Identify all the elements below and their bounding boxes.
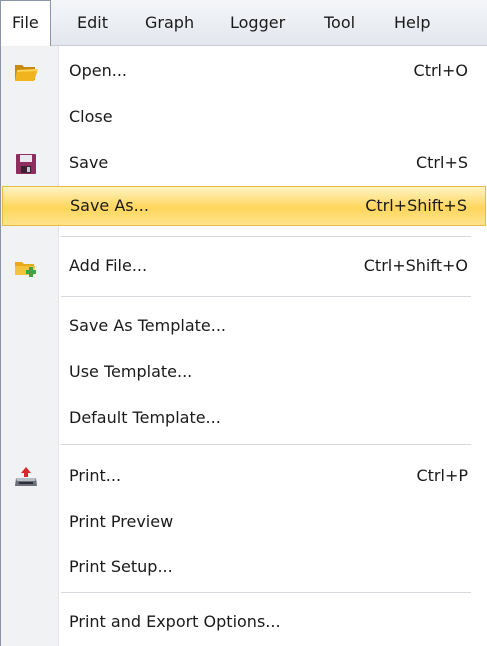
menu-item-label: Add File... — [69, 256, 148, 275]
menu-bar: File Edit Graph Logger Tool Help — [0, 0, 487, 47]
menu-item-shortcut: Ctrl+O — [413, 61, 468, 80]
menu-item-save-as[interactable]: Save As... Ctrl+Shift+S — [2, 186, 486, 226]
menu-item-shortcut: Ctrl+Shift+O — [363, 256, 468, 275]
menu-item-label: Print Preview — [69, 512, 174, 531]
menu-item-label: Save — [69, 153, 109, 172]
menu-separator — [61, 592, 471, 594]
menu-item-label: Save As Template... — [69, 316, 226, 335]
menu-edit[interactable]: Edit — [66, 0, 119, 46]
menu-item-open[interactable]: Open... Ctrl+O — [3, 51, 486, 91]
print-icon — [13, 464, 39, 488]
add-file-icon — [13, 254, 39, 278]
menu-item-label: Print and Export Options... — [69, 612, 281, 631]
menu-item-add-file[interactable]: Add File... Ctrl+Shift+O — [3, 246, 486, 286]
menu-graph[interactable]: Graph — [134, 0, 205, 46]
file-menu-dropdown: Open... Ctrl+O Close Save Ctrl+S Save As… — [0, 46, 487, 646]
menu-item-shortcut: Ctrl+S — [415, 153, 468, 172]
menu-file[interactable]: File — [0, 0, 51, 47]
menu-item-save[interactable]: Save Ctrl+S — [3, 143, 486, 183]
menu-separator — [61, 444, 471, 446]
menu-item-label: Close — [69, 107, 113, 126]
menu-item-print-export-options[interactable]: Print and Export Options... — [3, 602, 486, 642]
menu-item-shortcut: Ctrl+Shift+S — [365, 196, 467, 215]
menu-item-label: Open... — [69, 61, 127, 80]
menu-item-shortcut: Ctrl+P — [416, 466, 468, 485]
menu-item-label: Print Setup... — [69, 557, 173, 576]
menu-item-label: Use Template... — [69, 362, 193, 381]
menu-item-print-setup[interactable]: Print Setup... — [3, 547, 486, 587]
menu-item-print-preview[interactable]: Print Preview — [3, 502, 486, 542]
menu-item-label: Default Template... — [69, 408, 221, 427]
menu-item-print[interactable]: Print... Ctrl+P — [3, 456, 486, 496]
menu-item-close[interactable]: Close — [3, 97, 486, 137]
save-disk-icon — [13, 151, 39, 175]
menu-separator — [61, 236, 471, 238]
menu-item-use-template[interactable]: Use Template... — [3, 352, 486, 392]
menu-help[interactable]: Help — [383, 0, 441, 46]
menu-logger[interactable]: Logger — [219, 0, 296, 46]
menu-separator — [61, 296, 471, 298]
menu-item-label: Save As... — [70, 196, 149, 215]
open-folder-icon — [13, 59, 39, 83]
menu-item-save-as-template[interactable]: Save As Template... — [3, 306, 486, 346]
menu-tool[interactable]: Tool — [313, 0, 366, 46]
menu-item-label: Print... — [69, 466, 122, 485]
menu-item-default-template[interactable]: Default Template... — [3, 398, 486, 438]
